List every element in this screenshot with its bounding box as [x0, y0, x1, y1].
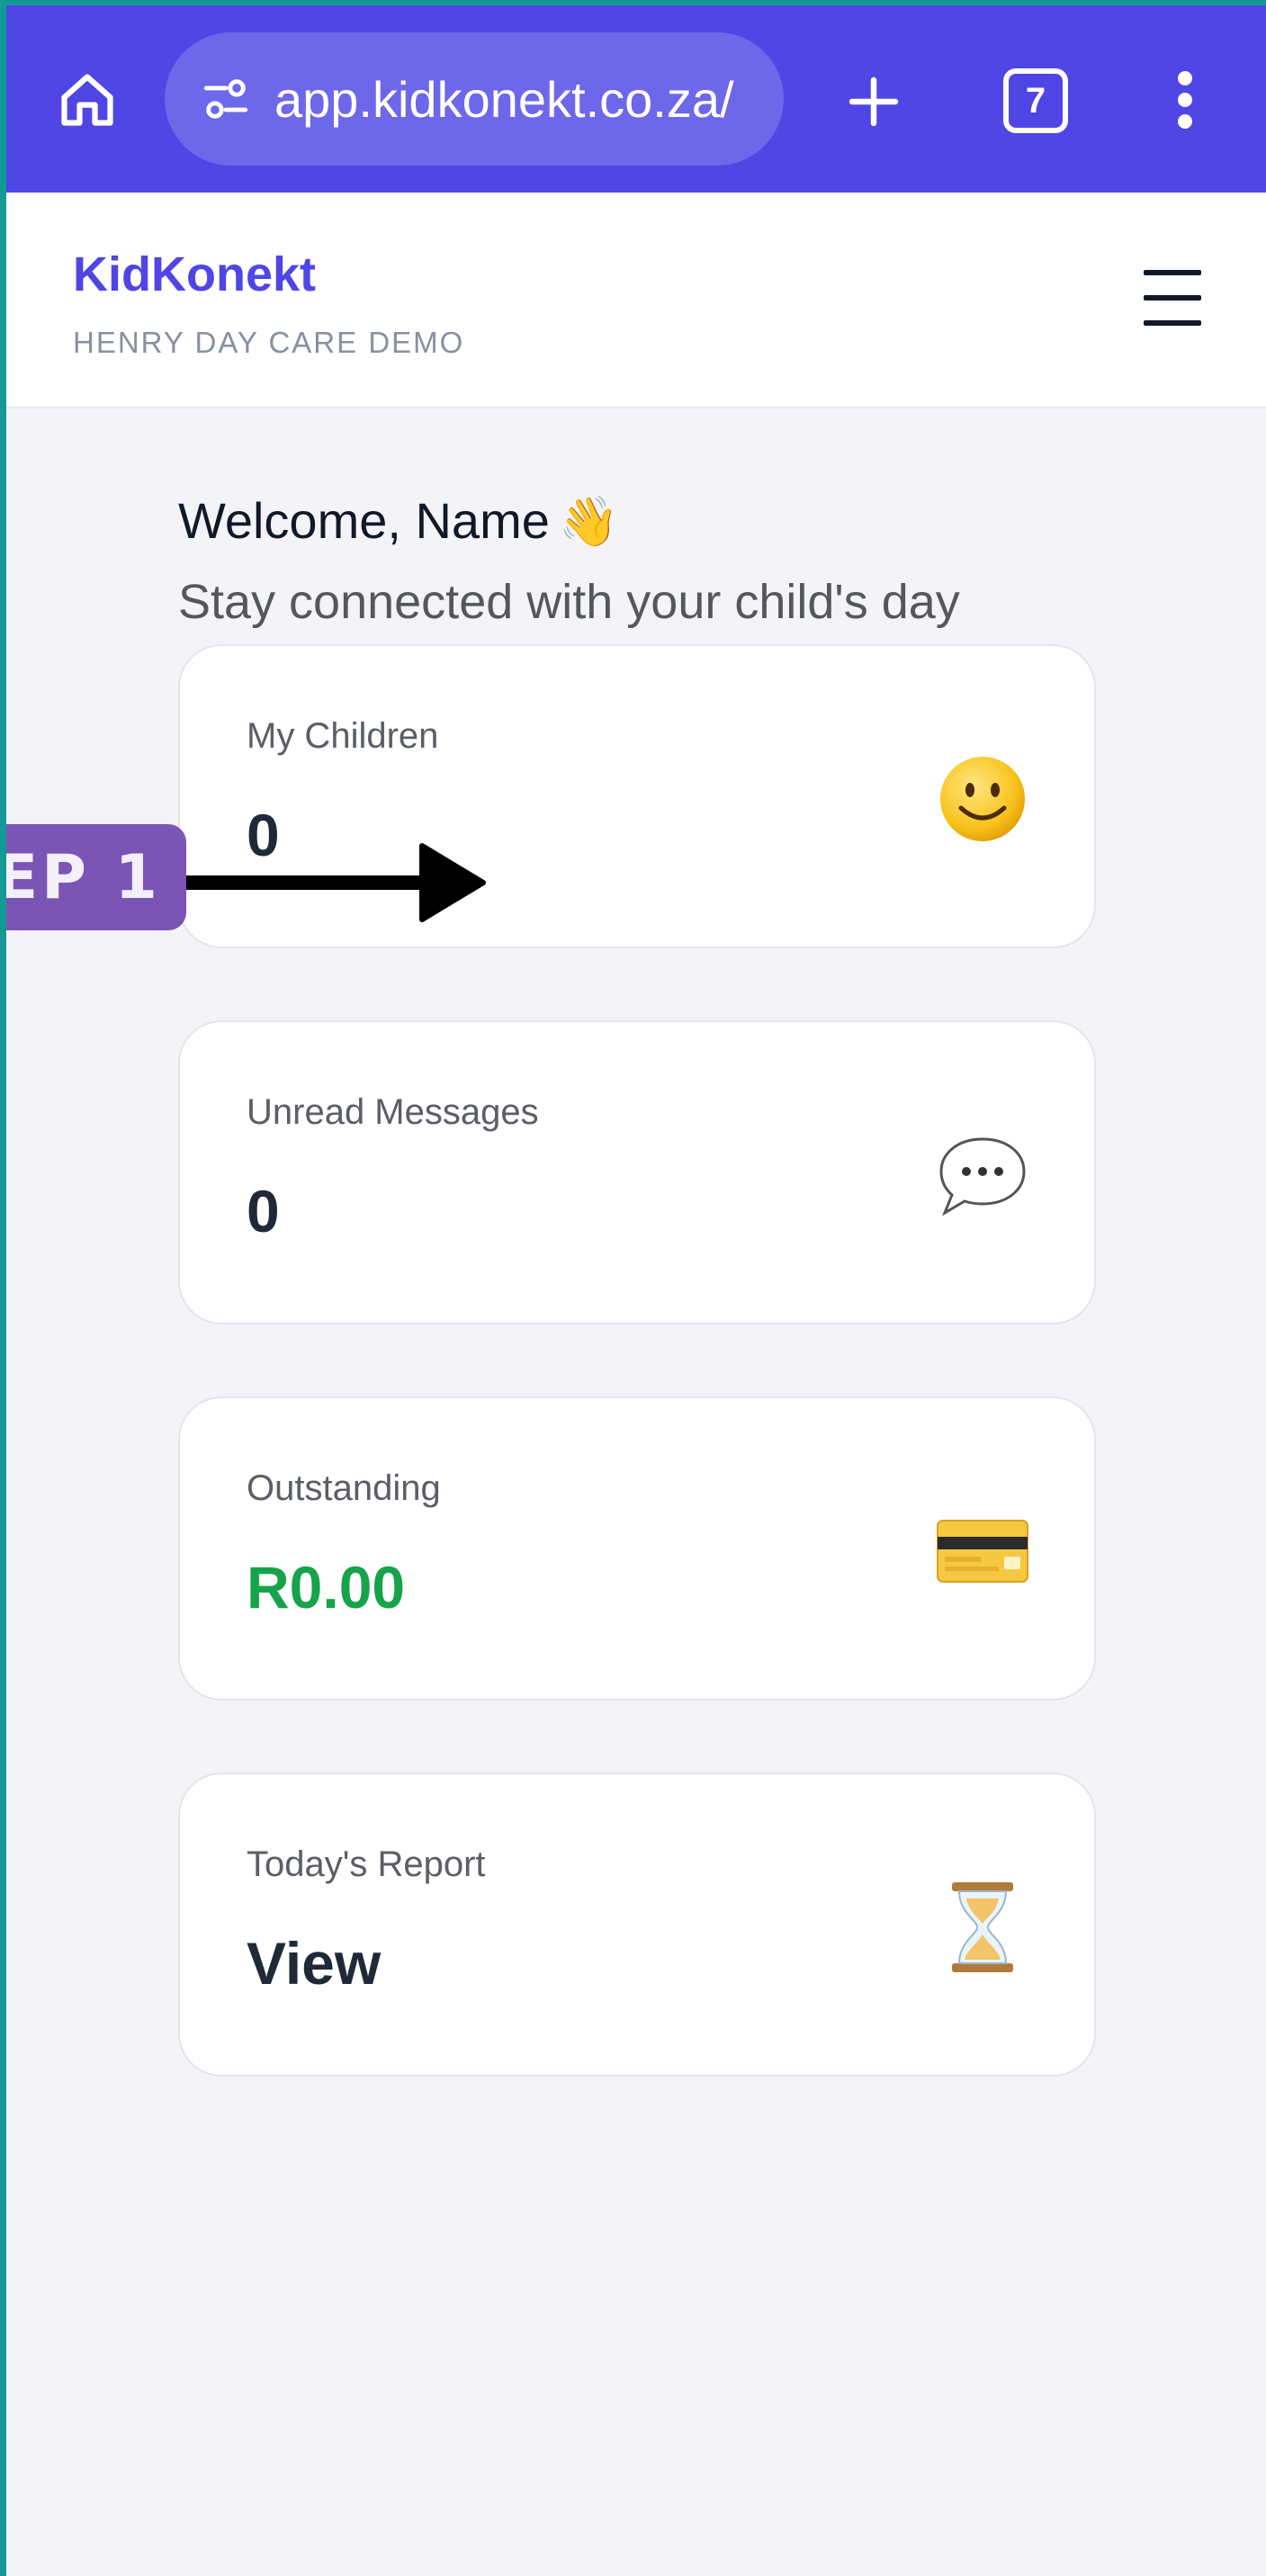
more-menu-icon[interactable]: [1158, 64, 1212, 136]
card-value: View: [247, 1930, 382, 1997]
browser-toolbar: app.kidkonekt.co.za/ 7: [6, 5, 1266, 193]
step-badge: STEP 1: [6, 824, 186, 930]
card-outstanding[interactable]: Outstanding R0.00: [178, 1396, 1096, 1701]
url-text: app.kidkonekt.co.za/: [274, 70, 734, 128]
welcome-tagline: Stay connected with your child's day: [178, 575, 960, 629]
card-todays-report[interactable]: Today's Report View: [178, 1773, 1096, 2077]
home-icon[interactable]: [51, 64, 123, 136]
waving-hand-icon: 👋: [558, 495, 620, 549]
welcome-greeting: Welcome, Name: [178, 492, 550, 549]
credit-card-icon: [936, 1504, 1029, 1598]
smiley-icon: [936, 752, 1029, 846]
new-tab-icon[interactable]: [838, 66, 910, 138]
card-value: R0.00: [247, 1554, 406, 1620]
welcome-heading: Welcome, Name 👋: [178, 491, 619, 551]
app-header: KidKonekt HENRY DAY CARE DEMO: [6, 193, 1266, 408]
site-settings-icon[interactable]: [197, 70, 255, 128]
card-label: Today's Report: [247, 1844, 486, 1884]
brand-logo[interactable]: KidKonekt: [73, 247, 316, 302]
card-label: Unread Messages: [247, 1092, 539, 1132]
speech-bubble-icon: [936, 1128, 1029, 1222]
screen: app.kidkonekt.co.za/ 7 KidKonekt HENRY D…: [6, 5, 1266, 2576]
step-arrow-icon: [186, 842, 492, 923]
tab-switcher-button[interactable]: 7: [1003, 68, 1068, 133]
card-unread-messages[interactable]: Unread Messages 0: [178, 1020, 1096, 1324]
hamburger-menu-icon[interactable]: [1144, 270, 1201, 326]
address-bar[interactable]: app.kidkonekt.co.za/: [165, 32, 784, 166]
school-name: HENRY DAY CARE DEMO: [73, 326, 465, 359]
hourglass-icon: [936, 1880, 1029, 1974]
card-value: 0: [247, 1178, 280, 1244]
card-label: My Children: [247, 716, 439, 756]
card-label: Outstanding: [247, 1468, 441, 1508]
